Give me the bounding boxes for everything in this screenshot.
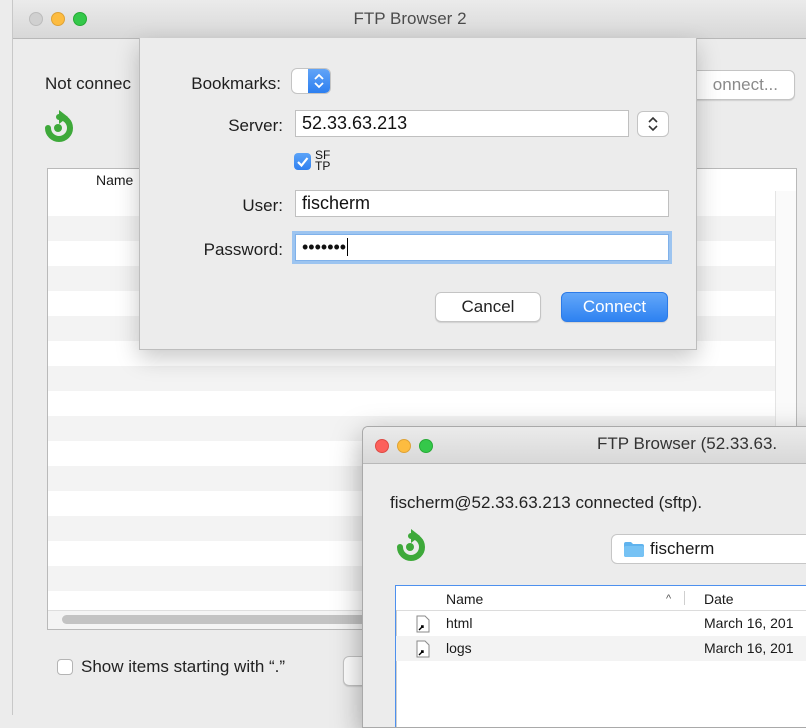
user-field[interactable]: fischerm [295,190,669,217]
table-row[interactable]: html March 16, 201 [396,611,806,636]
file-name: html [446,615,473,631]
server-label: Server: [228,116,283,135]
front-window: FTP Browser (52.33.63. fischerm@52.33.63… [362,426,806,728]
password-label: Password: [203,240,283,259]
show-hidden-toggle[interactable]: Show items starting with “.” [57,656,285,678]
sftp-option[interactable]: SFTP [294,148,333,173]
back-titlebar: FTP Browser 2 [13,0,806,39]
front-connection-status: fischerm@52.33.63.213 connected (sftp). [390,493,703,512]
text-caret [347,238,349,256]
sftp-label: SFTP [315,148,331,173]
path-popup[interactable]: fischerm [611,534,806,564]
sftp-checkbox[interactable] [294,153,311,170]
bookmarks-label: Bookmarks: [191,74,281,93]
password-value: ••••••• [302,237,347,257]
server-field[interactable]: 52.33.63.213 [295,110,629,137]
checkmark-icon [297,157,309,168]
front-window-title: FTP Browser (52.33.63. [597,434,778,453]
show-hidden-label: Show items starting with “.” [81,657,286,676]
connect-button[interactable]: Connect [561,292,668,322]
user-label: User: [242,196,283,215]
chevron-up-down-icon [648,116,658,132]
password-field[interactable]: ••••••• [295,234,669,261]
back-window-title: FTP Browser 2 [353,9,467,28]
table-row[interactable]: logs March 16, 201 [396,636,806,661]
front-list-header: Name ^ Date [396,586,806,611]
front-titlebar: FTP Browser (52.33.63. [363,427,806,464]
front-file-list[interactable]: Name ^ Date html March 16, 201 logs Marc… [395,585,806,727]
zoom-button[interactable] [419,439,433,453]
chevron-up-down-icon [314,73,324,89]
server-history-popup[interactable] [637,111,669,137]
cancel-button[interactable]: Cancel [435,292,541,322]
file-date: March 16, 201 [704,640,794,656]
show-hidden-checkbox[interactable] [57,659,73,675]
column-header-name[interactable]: Name [96,169,133,191]
minimize-button[interactable] [397,439,411,453]
bookmarks-popup[interactable] [291,68,331,94]
folder-icon [624,541,644,557]
path-label: fischerm [650,539,715,558]
file-alias-icon [416,615,430,633]
file-alias-icon [416,640,430,658]
file-name: logs [446,640,472,656]
back-connection-status: Not connec [45,74,131,93]
close-button[interactable] [375,439,389,453]
refresh-icon[interactable] [393,529,429,563]
column-separator [684,591,685,605]
column-header-name[interactable]: Name [446,586,483,612]
refresh-icon[interactable] [41,110,77,144]
connect-button-back[interactable]: onnect... [683,70,795,100]
column-header-date[interactable]: Date [704,586,734,612]
connect-sheet: Bookmarks: Server: 52.33.63.213 SFTP Use… [139,38,697,350]
sort-ascending-icon: ^ [666,593,672,605]
file-date: March 16, 201 [704,615,794,631]
